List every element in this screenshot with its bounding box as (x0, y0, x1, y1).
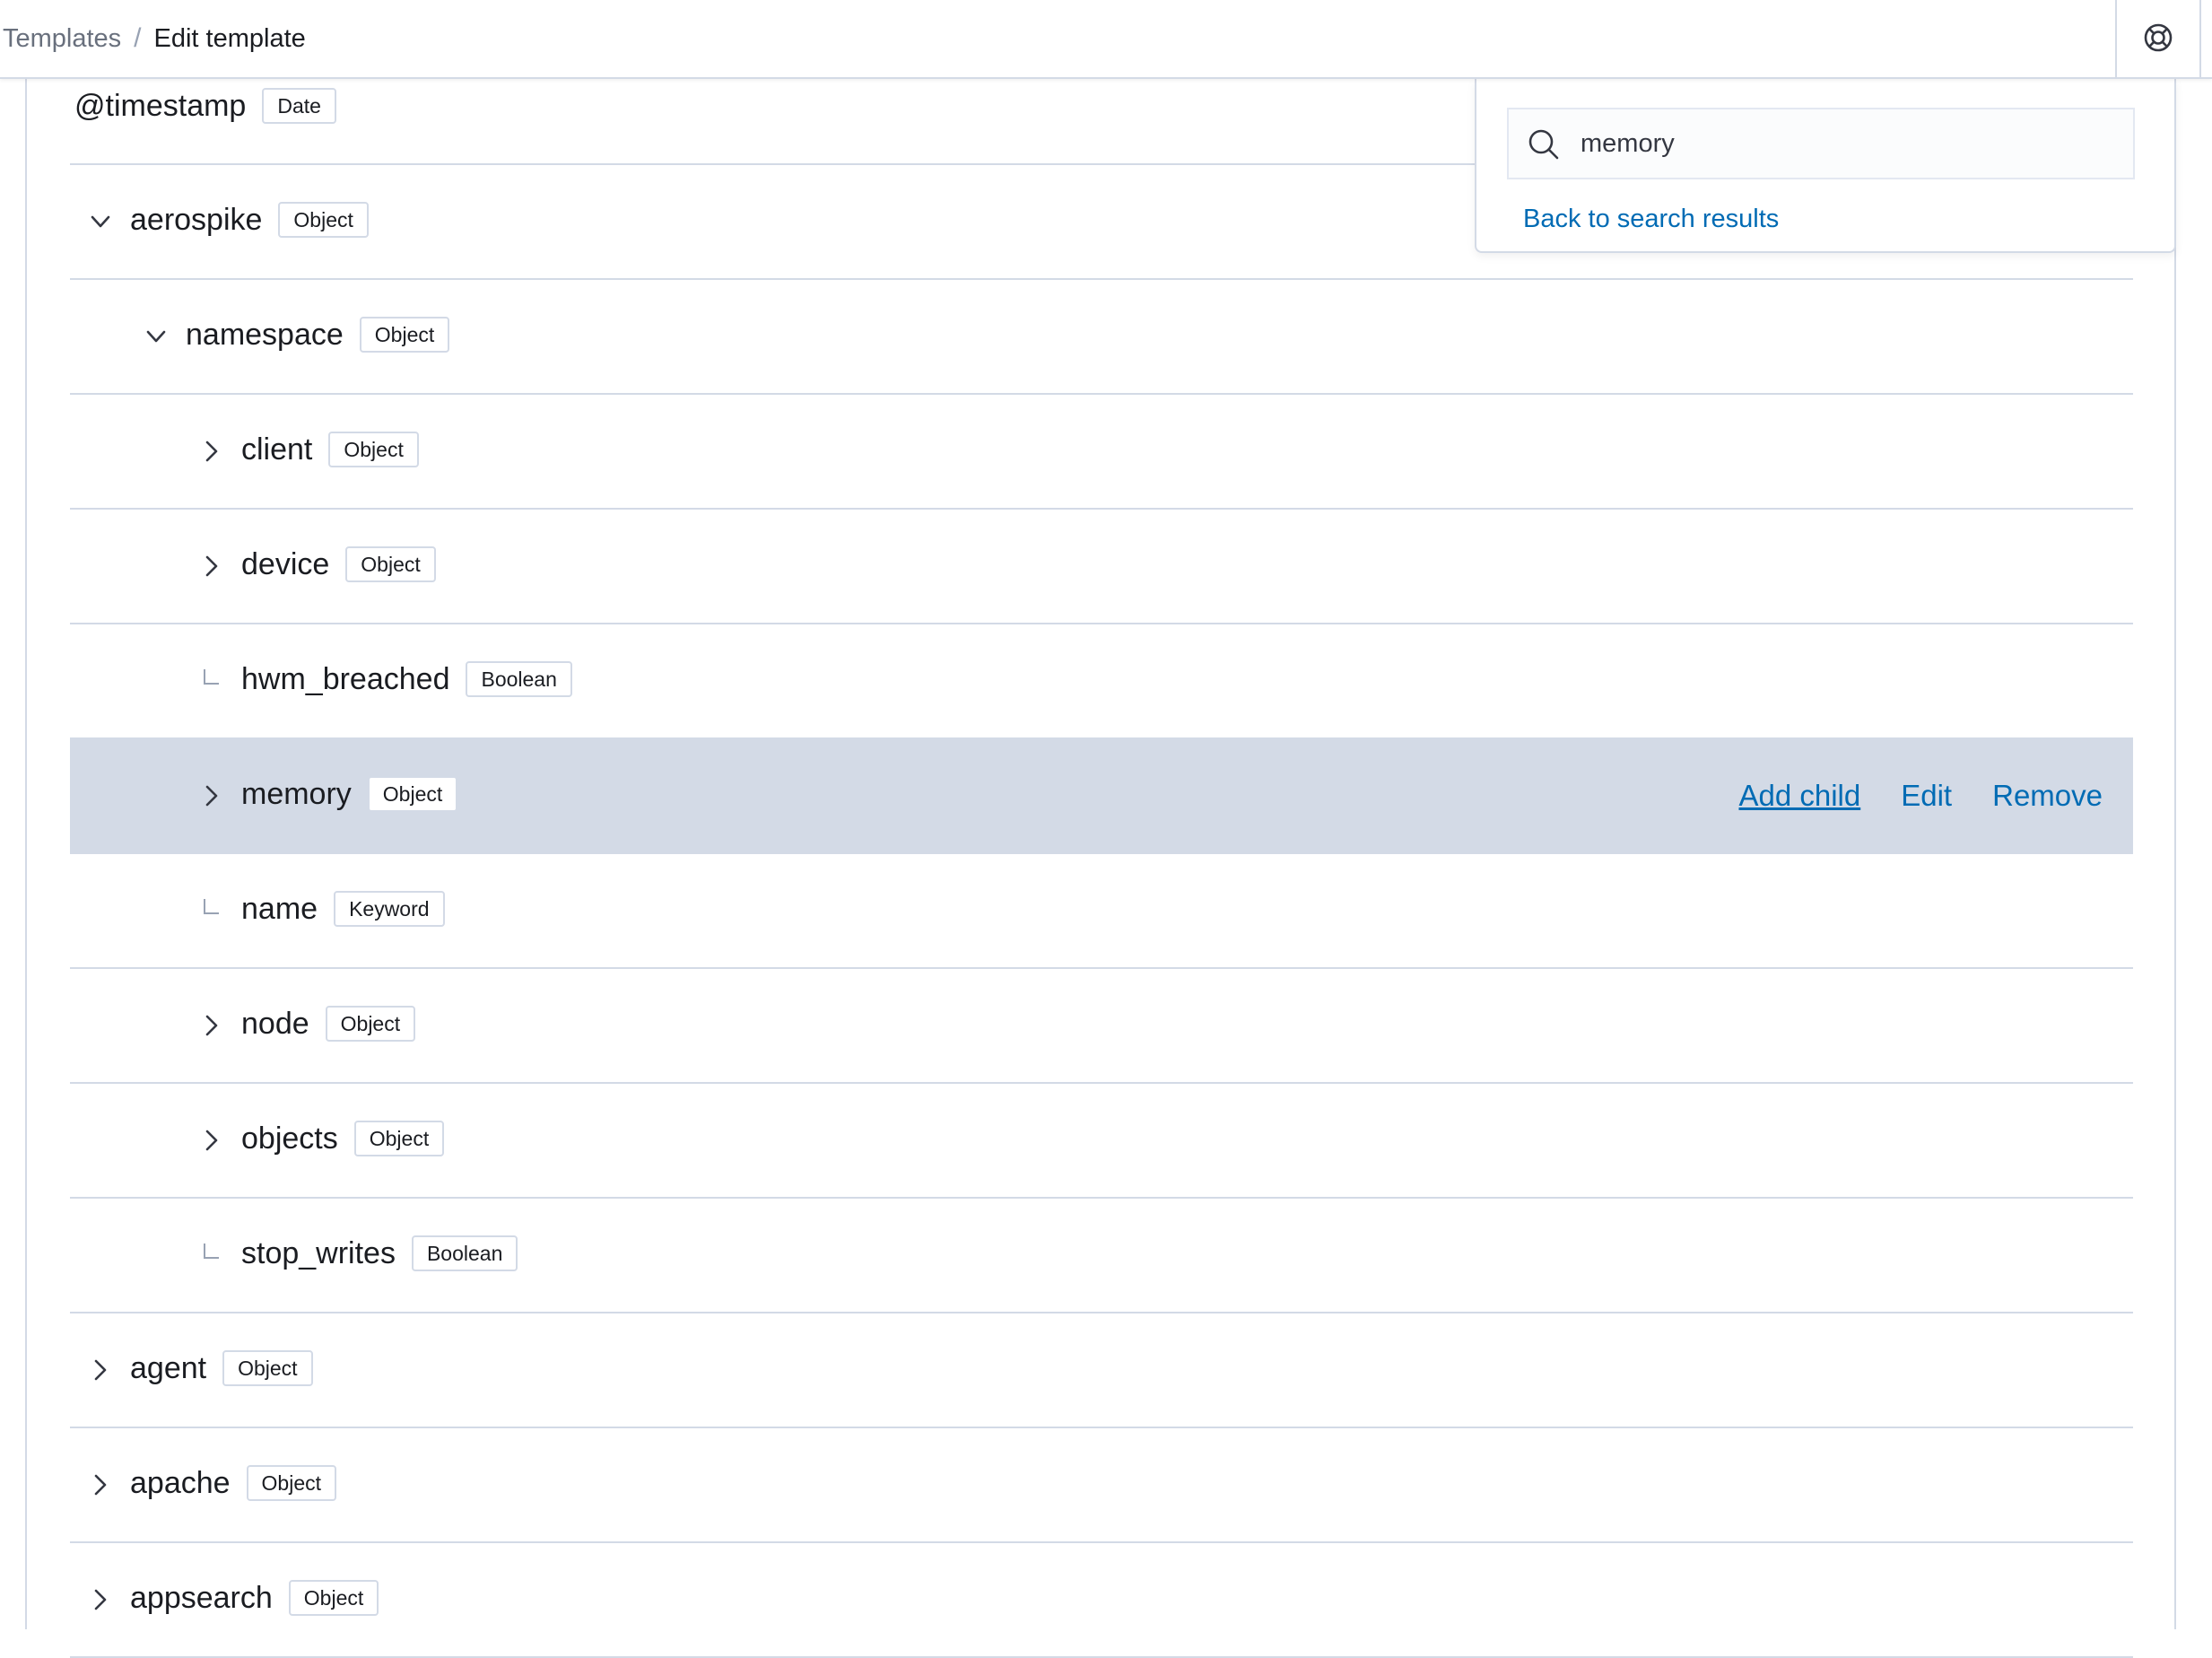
field-row[interactable]: hwm_breached Boolean (70, 624, 2133, 739)
chevron-right-icon[interactable] (196, 550, 228, 582)
chevron-right-icon[interactable] (196, 1124, 228, 1156)
field-row[interactable]: node Object (70, 969, 2133, 1084)
breadcrumb-current: Edit template (153, 23, 306, 53)
search-input[interactable] (1581, 109, 2119, 178)
field-name-group: node Object (241, 1005, 416, 1043)
breadcrumb-templates-link[interactable]: Templates (3, 24, 121, 54)
field-name: agent (130, 1351, 207, 1386)
field-name: appsearch (130, 1581, 273, 1616)
top-header: Templates / Edit template (0, 0, 2212, 79)
chevron-right-icon[interactable] (84, 1469, 117, 1501)
tree-leaf-icon (201, 1242, 222, 1263)
field-type-badge: Object (288, 1579, 379, 1616)
field-name: namespace (186, 318, 344, 353)
field-name: client (241, 432, 313, 467)
row-actions: Add child Edit Remove (1698, 739, 2103, 852)
field-row[interactable]: memory Object Add child Edit Remove (70, 739, 2133, 854)
edit-button[interactable]: Edit (1901, 779, 1952, 813)
field-name-group: apache Object (130, 1464, 337, 1503)
field-name-group: appsearch Object (130, 1579, 379, 1618)
field-type-badge: Object (278, 201, 369, 238)
chevron-right-icon[interactable] (84, 1354, 117, 1386)
field-search-popover: Back to search results (1475, 79, 2176, 253)
field-name: device (241, 547, 330, 582)
field-row[interactable]: agent Object (70, 1313, 2133, 1428)
remove-button[interactable]: Remove (1992, 779, 2103, 813)
search-icon (1528, 129, 1559, 160)
breadcrumb: Templates / Edit template (3, 0, 306, 77)
field-name-group: objects Object (241, 1120, 445, 1158)
field-name-group: name Keyword (241, 890, 445, 929)
field-name: node (241, 1007, 309, 1042)
field-row[interactable]: objects Object (70, 1084, 2133, 1199)
field-name: apache (130, 1466, 231, 1501)
chevron-right-icon[interactable] (196, 1009, 228, 1042)
field-type-badge: Boolean (466, 660, 572, 697)
field-name-group: hwm_breached Boolean (241, 660, 572, 699)
chevron-right-icon[interactable] (84, 1584, 117, 1616)
field-type-badge: Object (367, 775, 458, 812)
header-divider (2199, 0, 2201, 77)
breadcrumb-separator: / (134, 23, 142, 53)
field-name-group: aerospike Object (130, 201, 369, 240)
help-button[interactable] (2138, 18, 2178, 57)
field-type-badge: Object (345, 545, 436, 582)
field-name-group: memory Object (241, 775, 458, 814)
back-to-search-results-link[interactable]: Back to search results (1523, 205, 1779, 234)
field-row[interactable]: appsearch Object (70, 1543, 2133, 1658)
panel-border-right (2174, 79, 2176, 1629)
field-row[interactable]: stop_writes Boolean (70, 1199, 2133, 1313)
search-box (1507, 108, 2135, 179)
field-type-badge: Object (222, 1349, 313, 1386)
field-type-badge: Object (353, 1120, 445, 1156)
field-name-group: device Object (241, 545, 436, 584)
field-name: stop_writes (241, 1236, 396, 1271)
chevron-right-icon[interactable] (196, 780, 228, 812)
field-name-group: client Object (241, 431, 419, 469)
field-name: aerospike (130, 203, 263, 238)
field-row[interactable]: client Object (70, 395, 2133, 510)
field-name-group: namespace Object (186, 316, 450, 354)
panel-border-left (25, 79, 27, 1629)
chevron-right-icon[interactable] (196, 435, 228, 467)
field-row[interactable]: apache Object (70, 1428, 2133, 1543)
field-type-badge: Object (325, 1005, 416, 1042)
field-row[interactable]: device Object (70, 510, 2133, 624)
field-type-badge: Object (359, 316, 450, 353)
field-name-group: stop_writes Boolean (241, 1235, 518, 1273)
field-name: objects (241, 1121, 338, 1156)
tree-leaf-icon (201, 668, 222, 689)
field-name: hwm_breached (241, 662, 450, 697)
field-row[interactable]: namespace Object (70, 280, 2133, 395)
field-name-group: @timestamp Date (74, 87, 336, 126)
chevron-down-icon[interactable] (140, 320, 172, 353)
field-type-badge: Keyword (334, 890, 445, 927)
field-name-group: agent Object (130, 1349, 313, 1388)
field-name: @timestamp (74, 89, 247, 124)
field-row[interactable]: name Keyword (70, 854, 2133, 969)
field-type-badge: Date (262, 87, 336, 124)
mapping-tree: @timestamp Date aerospike Object namespace Ob… (70, 52, 2133, 1658)
field-type-badge: Object (246, 1464, 337, 1501)
lifebuoy-icon (2144, 23, 2173, 52)
field-name: name (241, 892, 318, 927)
tree-leaf-icon (201, 897, 222, 919)
add-child-button[interactable]: Add child (1738, 779, 1860, 813)
field-type-badge: Boolean (411, 1235, 518, 1271)
chevron-down-icon[interactable] (84, 205, 117, 238)
field-type-badge: Object (328, 431, 419, 467)
header-divider (2115, 0, 2117, 77)
field-name: memory (241, 777, 352, 812)
